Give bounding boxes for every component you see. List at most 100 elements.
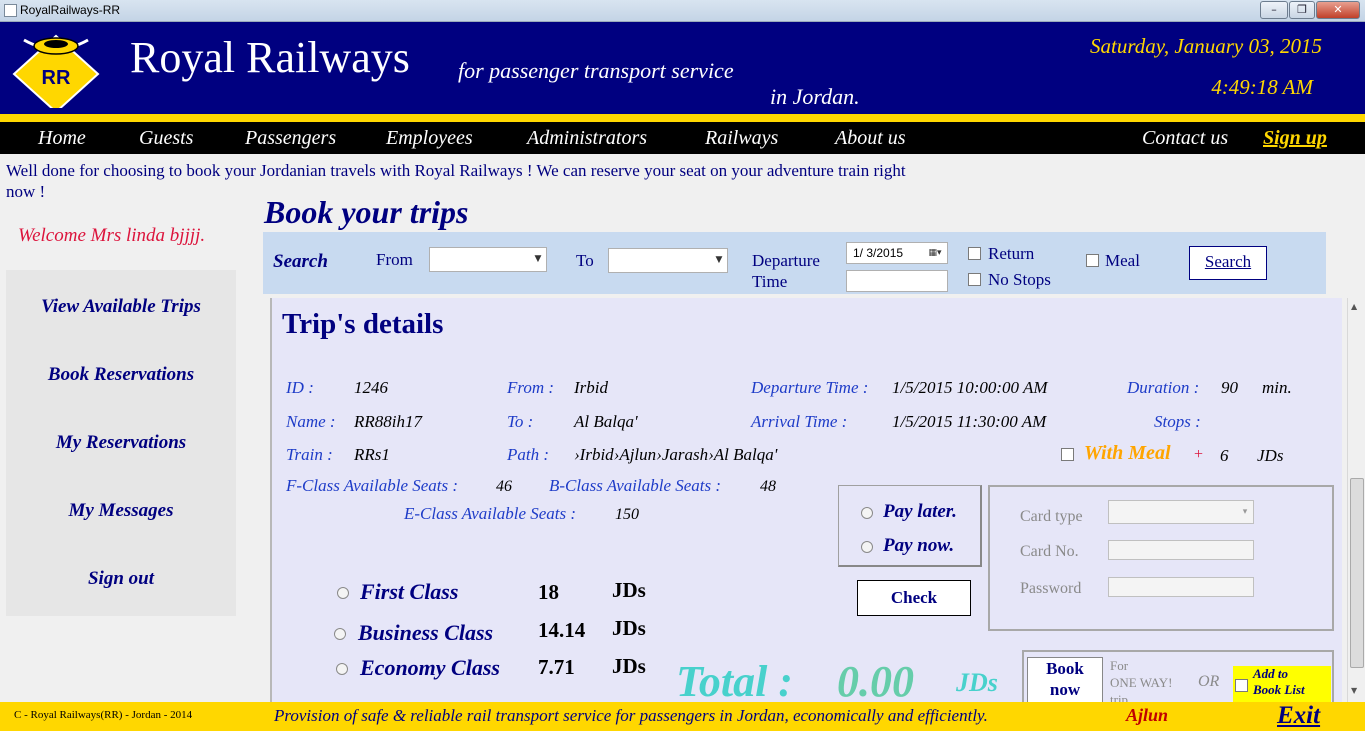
sidebar-item-book-reservations[interactable]: Book Reservations (6, 364, 236, 386)
to-label: To (576, 251, 594, 270)
welcome-message: Welcome Mrs linda bjjjj. (18, 225, 206, 246)
return-label: Return (988, 244, 1035, 263)
book-list-label: Book List (1253, 682, 1305, 697)
trip-duration-label: Duration : (1127, 378, 1200, 397)
add-to-book-list-checkbox[interactable] (1235, 679, 1248, 692)
nav-employees[interactable]: Employees (386, 127, 473, 150)
economy-class-price: 7.71 (538, 655, 575, 679)
rr-logo: RR (12, 34, 100, 108)
meal-checkbox[interactable] (1086, 254, 1099, 267)
economy-class-radio[interactable] (336, 663, 348, 675)
from-label: From (376, 250, 413, 269)
trip-departure-value: 1/5/2015 10:00:00 AM (892, 378, 1048, 397)
restore-button[interactable]: ❐ (1289, 1, 1315, 19)
with-meal-checkbox[interactable] (1061, 448, 1074, 461)
no-stops-label: No Stops (988, 270, 1051, 289)
first-class-radio[interactable] (337, 587, 349, 599)
scrollbar-thumb[interactable] (1350, 478, 1364, 668)
footer-motto: Provision of safe & reliable rail transp… (274, 706, 988, 725)
trip-arrival-label: Arrival Time : (751, 412, 848, 431)
departure-date-picker[interactable]: 1/ 3/2015 ▦▾ (846, 242, 948, 264)
nav-home[interactable]: Home (38, 127, 86, 150)
vertical-scrollbar[interactable]: ▲ ▼ (1347, 298, 1365, 702)
book-now-line2: now (1049, 680, 1081, 699)
sidebar-item-sign-out[interactable]: Sign out (6, 568, 236, 590)
header-divider (0, 114, 1365, 122)
nav-about-us[interactable]: About us (835, 127, 906, 150)
footer-copyright: C - Royal Railways(RR) - Jordan - 2014 (14, 709, 193, 721)
business-class-label: Business Class (358, 620, 494, 645)
card-type-select[interactable]: ▾ (1108, 500, 1254, 524)
sidebar-item-my-reservations[interactable]: My Reservations (6, 432, 236, 454)
bclass-seats-label: B-Class Available Seats : (549, 476, 722, 495)
scroll-up-icon[interactable]: ▲ (1351, 302, 1357, 311)
book-now-button[interactable]: Book now (1027, 657, 1103, 702)
footer: C - Royal Railways(RR) - Jordan - 2014 P… (0, 702, 1365, 731)
pay-now-label: Pay now. (883, 535, 955, 556)
card-type-label: Card type (1020, 508, 1083, 525)
meal-currency: JDs (1257, 446, 1284, 465)
nav-passengers[interactable]: Passengers (245, 127, 336, 150)
total-label: Total : (676, 657, 793, 706)
pay-now-radio[interactable] (861, 541, 873, 553)
from-select[interactable]: ▼ (429, 247, 547, 272)
minimize-button[interactable]: – (1260, 1, 1288, 19)
trip-duration-value: 90 (1221, 378, 1238, 397)
logo-text: RR (42, 67, 71, 89)
sidebar-item-view-trips[interactable]: View Available Trips (6, 296, 236, 318)
nav-railways[interactable]: Railways (705, 127, 778, 150)
nav-contact-us[interactable]: Contact us (1142, 127, 1228, 150)
first-class-currency: JDs (612, 578, 646, 602)
sidebar: View Available Trips Book Reservations M… (6, 270, 236, 616)
brand-title: Royal Railways (130, 33, 410, 82)
trip-path-value: ›Irbid›Ajlun›Jarash›Al Balqa' (574, 445, 778, 464)
trip-stops-label: Stops : (1154, 412, 1201, 431)
password-input[interactable] (1108, 577, 1254, 597)
card-no-label: Card No. (1020, 543, 1079, 560)
pay-options-box: Pay later. Pay now. (838, 485, 982, 567)
departure-time-input[interactable] (846, 270, 948, 292)
trip-departure-label: Departure Time : (751, 378, 869, 397)
pay-later-radio[interactable] (861, 507, 873, 519)
to-select[interactable]: ▼ (608, 248, 728, 273)
first-class-price: 18 (538, 580, 559, 604)
eclass-seats-value: 150 (615, 506, 639, 523)
trip-arrival-value: 1/5/2015 11:30:00 AM (892, 412, 1047, 431)
nav-guests[interactable]: Guests (139, 127, 193, 150)
current-time: 4:49:18 AM (1211, 75, 1313, 99)
business-class-currency: JDs (612, 616, 646, 640)
trip-to-label: To : (507, 412, 534, 431)
window-titlebar: RoyalRailways-RR – ❐ ✕ (0, 0, 1365, 22)
fclass-seats-label: F-Class Available Seats : (286, 476, 459, 495)
fclass-seats-value: 46 (496, 478, 512, 495)
scroll-down-icon[interactable]: ▼ (1351, 686, 1357, 695)
total-currency: JDs (956, 668, 998, 697)
exit-button[interactable]: Exit (1277, 702, 1320, 730)
total-value: 0.00 (837, 657, 914, 706)
card-type-dropdown-icon: ▾ (1242, 507, 1248, 517)
sidebar-item-my-messages[interactable]: My Messages (6, 500, 236, 522)
search-button[interactable]: Search (1189, 246, 1267, 280)
trip-id-label: ID : (286, 378, 314, 397)
nav-sign-up[interactable]: Sign up (1263, 127, 1327, 150)
close-button[interactable]: ✕ (1316, 1, 1360, 19)
business-class-radio[interactable] (334, 628, 346, 640)
meal-price: 6 (1220, 446, 1229, 465)
calendar-icon[interactable]: ▦▾ (923, 243, 947, 263)
one-way-label: ONE WAY! (1110, 675, 1173, 690)
economy-class-currency: JDs (612, 654, 646, 678)
window-title: RoyalRailways-RR (20, 3, 121, 17)
no-stops-checkbox[interactable] (968, 273, 981, 286)
nav-administrators[interactable]: Administrators (527, 127, 647, 150)
to-dropdown-icon: ▼ (715, 255, 723, 265)
check-button[interactable]: Check (857, 580, 971, 616)
tagline-line2: in Jordan. (770, 84, 860, 109)
book-trips-title: Book your trips (264, 194, 469, 230)
add-to-label: Add to (1253, 666, 1289, 681)
return-checkbox[interactable] (968, 247, 981, 260)
card-no-input[interactable] (1108, 540, 1254, 560)
trip-details-panel: Trip's details ID : 1246 Name : RR88ih17… (270, 298, 1342, 706)
add-to-book-list-box: Add to Book List (1233, 666, 1331, 702)
trip-label: trip (1110, 692, 1129, 702)
first-class-label: First Class (360, 579, 459, 604)
